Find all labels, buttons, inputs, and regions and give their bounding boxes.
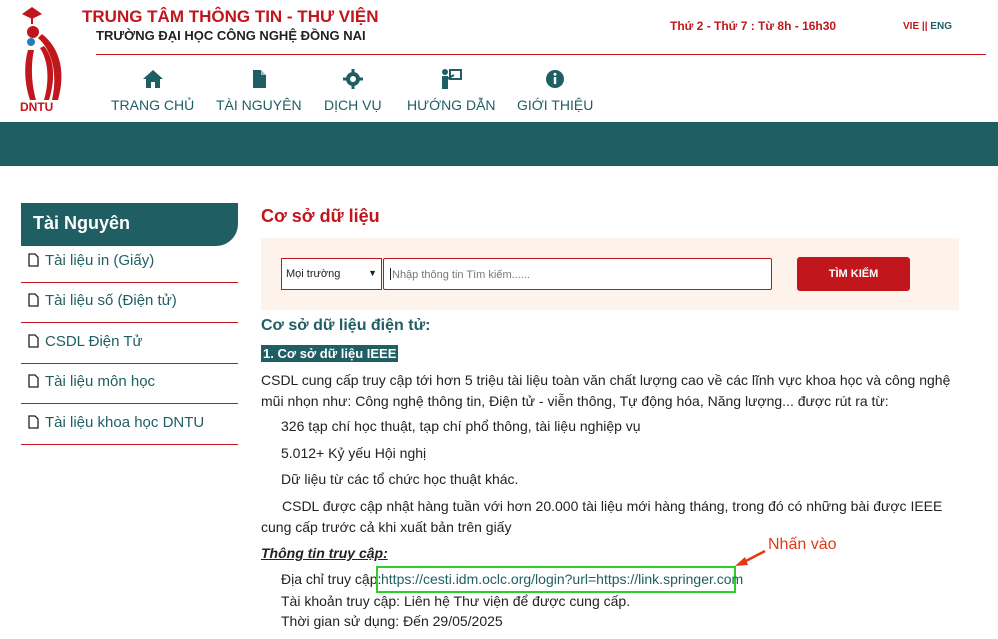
nav-resources-label: TÀI NGUYÊN (216, 97, 302, 113)
db-title: 1. Cơ sở dữ liệu IEEE (261, 345, 399, 362)
lang-eng-link[interactable]: ENG (930, 21, 952, 32)
header-banner-bar (0, 122, 998, 166)
gear-icon (324, 68, 382, 94)
site-subtitle: TRƯỜNG ĐẠI HỌC CÔNG NGHỆ ĐỒNG NAI (96, 28, 366, 43)
sidebar-item-print[interactable]: Tài liệu in (Giấy) (21, 243, 238, 283)
sidebar-item-label: Tài liệu in (Giấy) (45, 252, 155, 269)
sidebar-item-label: Tài liệu số (Điện tử) (45, 292, 177, 309)
nav-home-label: TRANG CHỦ (111, 97, 195, 113)
db-intro: CSDL cung cấp truy cập tới hơn 5 triệu t… (261, 372, 951, 409)
search-placeholder: Nhập thông tin Tìm kiếm...... (392, 269, 530, 281)
list-item: 326 tạp chí học thuật, tạp chí phổ thông… (281, 418, 641, 434)
nav-services-label: DỊCH VỤ (324, 97, 382, 113)
document-icon (28, 374, 39, 388)
access-info-title: Thông tin truy cập: (261, 545, 388, 561)
lang-vie-link[interactable]: VIE (903, 21, 919, 32)
sidebar-item-label: Tài liệu khoa học DNTU (45, 414, 205, 431)
access-address-label: Địa chỉ truy cập: (281, 571, 382, 587)
site-title: TRUNG TÂM THÔNG TIN - THƯ VIỆN (82, 7, 379, 26)
sidebar-item-label: CSDL Điện Tử (45, 333, 143, 350)
sidebar-item-research[interactable]: Tài liệu khoa học DNTU (21, 405, 238, 445)
lang-separator: || (921, 21, 928, 32)
chevron-down-icon: ▼ (368, 268, 377, 278)
home-icon (111, 68, 194, 94)
scope-select-value: Mọi trường (286, 268, 341, 280)
nav-guide-label: HƯỚNG DẪN (407, 97, 496, 113)
list-item: Dữ liệu từ các tổ chức học thuật khác. (281, 471, 519, 487)
list-item: 5.012+ Kỷ yếu Hội nghị (281, 445, 427, 461)
logo-text: DNTU (20, 100, 53, 112)
nav-about-label: GIỚI THIỆU (517, 97, 594, 113)
scope-select[interactable]: Mọi trường ▼ (281, 258, 382, 290)
access-time: Thời gian sử dụng: Đến 29/05/2025 (281, 613, 503, 629)
search-input[interactable]: Nhập thông tin Tìm kiếm...... (383, 258, 772, 290)
access-account: Tài khoản truy cập: Liên hệ Thư viện để … (281, 593, 631, 609)
presenter-icon (407, 68, 496, 94)
nav-about[interactable]: GIỚI THIỆU (517, 68, 593, 113)
nav-resources[interactable]: TÀI NGUYÊN (216, 68, 302, 113)
file-icon (216, 68, 302, 94)
sidebar-title: Tài Nguyên (21, 203, 238, 246)
sidebar-item-edb[interactable]: CSDL Điện Tử (21, 324, 238, 364)
sidebar-item-digital[interactable]: Tài liệu số (Điện tử) (21, 283, 238, 323)
document-icon (28, 415, 39, 429)
info-icon (517, 68, 593, 94)
section-title: Cơ sở dữ liệu điện tử: (261, 317, 431, 334)
document-icon (28, 334, 39, 348)
click-here-annotation: Nhấn vào (768, 536, 837, 553)
opening-hours: Thứ 2 - Thứ 7 : Từ 8h - 16h30 (670, 19, 837, 33)
document-icon (28, 253, 39, 267)
nav-services[interactable]: DỊCH VỤ (324, 68, 382, 113)
sidebar-item-label: Tài liệu môn học (45, 373, 156, 390)
document-icon (28, 293, 39, 307)
dntu-logo[interactable]: DNTU (18, 4, 74, 114)
arrow-icon (735, 549, 766, 566)
search-button[interactable]: TÌM KIẾM (797, 257, 910, 291)
nav-home[interactable]: TRANG CHỦ (111, 68, 194, 113)
header-divider (96, 54, 986, 55)
language-switcher: VIE || ENG (903, 21, 952, 32)
nav-guide[interactable]: HƯỚNG DẪN (407, 68, 496, 113)
text-cursor (390, 268, 391, 280)
access-url-link[interactable]: https://cesti.idm.oclc.org/login?url=htt… (381, 571, 743, 587)
page-title: Cơ sở dữ liệu (261, 206, 380, 226)
update-note: CSDL được cập nhật hàng tuần với hơn 20.… (261, 498, 943, 535)
sidebar-item-course[interactable]: Tài liệu môn học (21, 364, 238, 404)
